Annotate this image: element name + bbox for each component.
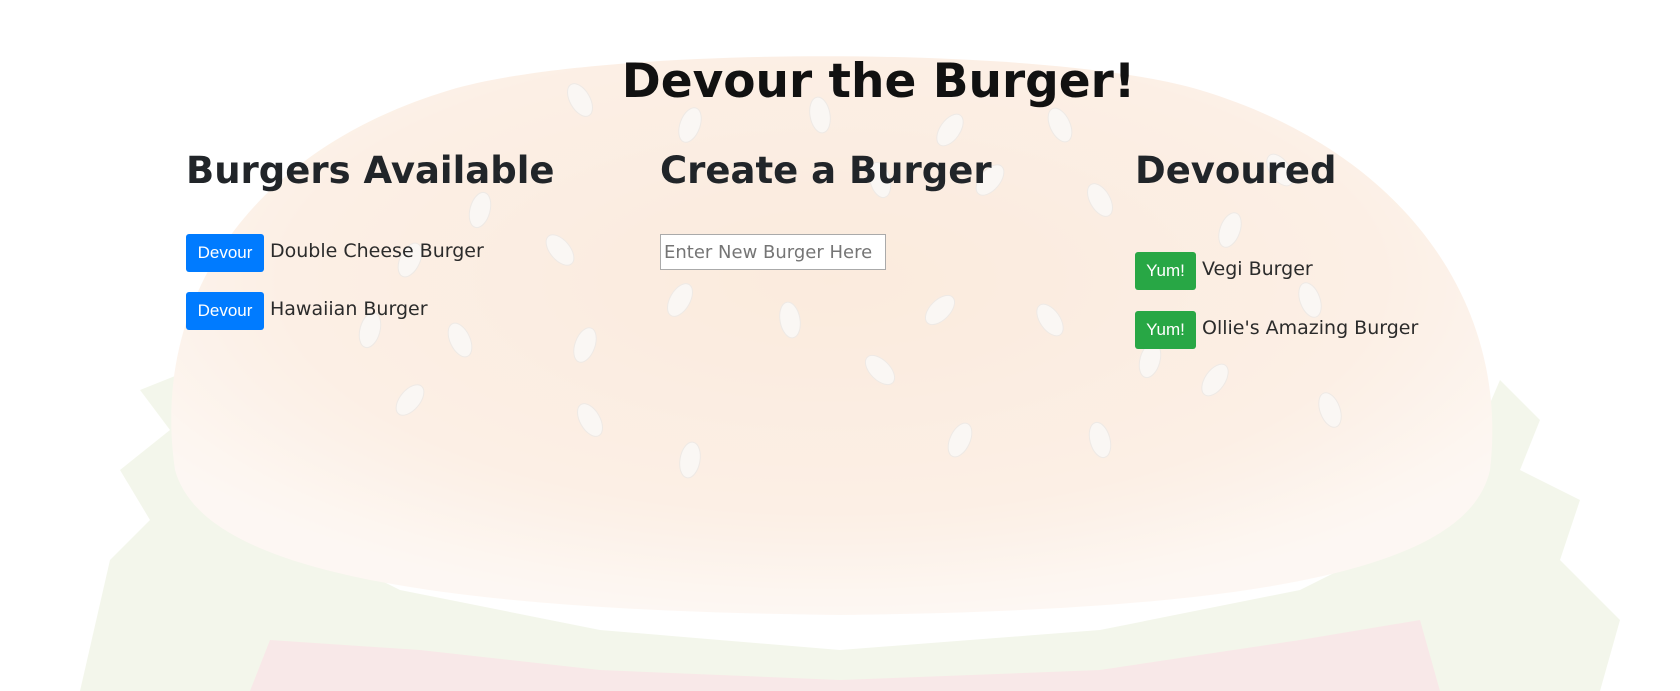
yum-button[interactable]: Yum! (1135, 252, 1196, 290)
new-burger-input[interactable] (660, 234, 886, 270)
devour-button[interactable]: Devour (186, 292, 264, 330)
devoured-burger-item: Yum! Vegi Burger (1135, 252, 1313, 290)
burger-name: Vegi Burger (1202, 258, 1313, 280)
create-burger-heading: Create a Burger (660, 149, 992, 192)
available-burger-item: Devour Double Cheese Burger (186, 234, 484, 272)
page: Devour the Burger! Burgers Available Dev… (0, 0, 1680, 691)
burgers-available-heading: Burgers Available (186, 149, 555, 192)
burger-name: Ollie's Amazing Burger (1202, 317, 1419, 339)
yum-button[interactable]: Yum! (1135, 311, 1196, 349)
burgers-available-column: Burgers Available Devour Double Cheese B… (186, 146, 646, 330)
content: Devour the Burger! Burgers Available Dev… (0, 0, 1680, 691)
page-title: Devour the Burger! (621, 54, 1136, 109)
available-burger-item: Devour Hawaiian Burger (186, 292, 428, 330)
devoured-column: Devoured Yum! Vegi Burger Yum! Ollie's A… (1135, 146, 1595, 349)
devoured-heading: Devoured (1135, 149, 1337, 192)
burger-name: Hawaiian Burger (270, 298, 428, 320)
devoured-burger-item: Yum! Ollie's Amazing Burger (1135, 311, 1418, 349)
create-burger-column: Create a Burger (660, 146, 1120, 270)
burger-name: Double Cheese Burger (270, 240, 484, 262)
devour-button[interactable]: Devour (186, 234, 264, 272)
